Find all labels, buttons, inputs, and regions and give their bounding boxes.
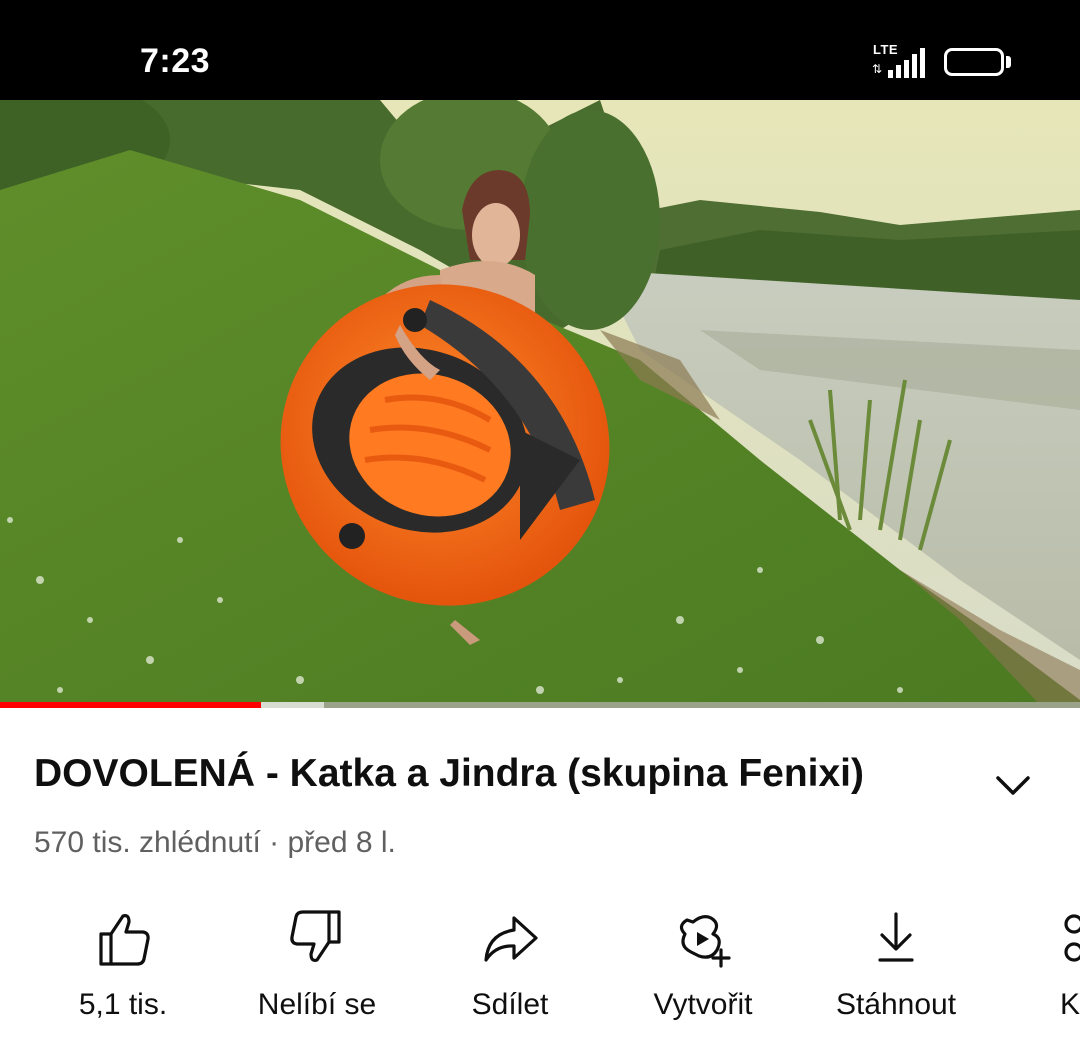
- video-progress-bar[interactable]: [0, 702, 1080, 708]
- share-label: Sdílet: [471, 988, 549, 1021]
- video-player[interactable]: [0, 100, 1080, 705]
- thumb-down-icon: [290, 910, 341, 962]
- clip-label: K: [1060, 988, 1080, 1021]
- action-bar: 5,1 tis. Nelíbí se Sdílet Vytvořit Stáhn…: [0, 900, 1080, 1040]
- share-button[interactable]: Sdílet: [415, 900, 605, 1040]
- data-arrows-icon: ⇅: [872, 62, 883, 76]
- network-indicator: LTE ⇅: [870, 42, 930, 82]
- thumb-up-icon: [99, 914, 150, 966]
- clip-icon: [1064, 914, 1080, 962]
- clip-button[interactable]: K: [1050, 900, 1080, 1040]
- battery-nub: [1006, 56, 1011, 68]
- status-bar: 7:23 LTE ⇅ 97: [0, 0, 1080, 100]
- download-button[interactable]: Stáhnout: [801, 900, 991, 1040]
- share-icon: [484, 916, 538, 962]
- dislike-label: Nelíbí se: [257, 988, 377, 1021]
- create-button[interactable]: Vytvořit: [608, 900, 798, 1040]
- status-clock: 7:23: [140, 42, 211, 80]
- video-meta[interactable]: 570 tis. zhlédnutí · před 8 l.: [34, 826, 396, 860]
- battery-icon: 97: [944, 48, 1004, 76]
- video-frame: [0, 100, 1080, 705]
- progress-played: [0, 702, 262, 708]
- download-label: Stáhnout: [835, 988, 957, 1021]
- like-button[interactable]: 5,1 tis.: [28, 900, 218, 1040]
- battery-percent: 97: [962, 51, 986, 73]
- video-title[interactable]: DOVOLENÁ - Katka a Jindra (skupina Fenix…: [34, 752, 934, 796]
- chevron-down-icon[interactable]: [990, 765, 1036, 805]
- download-icon: [878, 912, 914, 962]
- create-label: Vytvořit: [653, 988, 753, 1021]
- remix-icon: [679, 915, 731, 968]
- dislike-button[interactable]: Nelíbí se: [222, 900, 412, 1040]
- like-count: 5,1 tis.: [78, 988, 168, 1021]
- signal-icon: [888, 48, 925, 78]
